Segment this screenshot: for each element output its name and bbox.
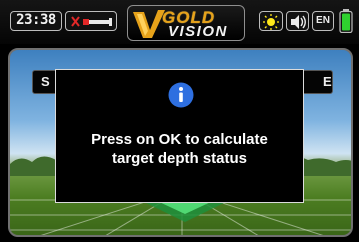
language-button[interactable]: EN xyxy=(312,11,334,31)
status-bar: 23:38 GOLD VISION EN xyxy=(0,0,359,44)
light-toggle[interactable] xyxy=(259,11,283,31)
clock: 23:38 xyxy=(10,11,62,31)
dialog-message: Press on OK to calculate target depth st… xyxy=(56,130,303,168)
sound-toggle[interactable] xyxy=(286,11,309,31)
dialog-message-line-1: Press on OK to calculate xyxy=(91,131,268,148)
target-indicator xyxy=(140,200,230,222)
gold-vision-logo: GOLD VISION xyxy=(127,5,245,41)
depth-info-dialog[interactable]: Press on OK to calculate target depth st… xyxy=(55,69,304,203)
probe-status[interactable] xyxy=(65,11,117,31)
probe-disconnected-icon xyxy=(71,16,112,27)
dialog-message-line-2: target depth status xyxy=(111,150,247,167)
info-icon xyxy=(168,82,194,108)
logo-text-vision: VISION xyxy=(168,23,228,40)
light-icon xyxy=(263,14,279,30)
speaker-icon xyxy=(291,15,306,29)
battery-icon xyxy=(339,9,353,33)
